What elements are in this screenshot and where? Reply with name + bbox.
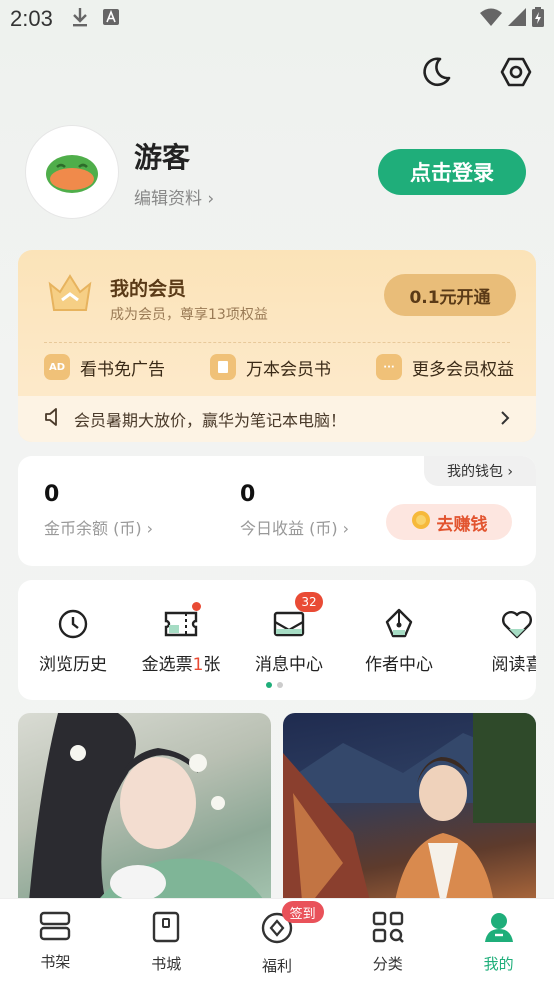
chevron-right-icon: [500, 410, 510, 429]
font-app-icon: [102, 9, 119, 29]
benefit-label: 万本会员书: [246, 359, 331, 380]
vip-notice-bar[interactable]: 会员暑期大放价，赢华为笔记本电脑！: [18, 396, 536, 442]
clock-icon: [55, 606, 91, 642]
tab-mine[interactable]: 我的: [443, 899, 554, 984]
tab-bookshelf[interactable]: 书架: [0, 899, 111, 984]
mail-icon: 32: [271, 592, 323, 642]
shortcut-messages[interactable]: 32 消息中心: [234, 592, 344, 675]
checkin-badge: 签到: [281, 901, 324, 923]
night-mode-button[interactable]: [418, 56, 454, 92]
shortcut-label: 作者中心: [365, 655, 433, 675]
my-wallet-link[interactable]: 我的钱包 ›: [424, 456, 536, 486]
edit-profile-link[interactable]: 编辑资料 ›: [134, 184, 214, 209]
frog-avatar-icon: [46, 155, 98, 193]
promo-banner-1[interactable]: [18, 713, 271, 913]
banner-illustration-boy: [283, 713, 536, 913]
shortcut-reading-preference[interactable]: 阅读喜: [462, 606, 536, 675]
tab-label: 分类: [372, 955, 403, 973]
avatar[interactable]: [26, 126, 118, 218]
banner-illustration-girl: [28, 713, 271, 913]
shortcut-label: 阅读喜: [491, 655, 537, 675]
today-earnings-value: 0: [240, 482, 256, 507]
profile-section: 游客 编辑资料 › 点击登录: [26, 126, 526, 218]
ad-icon: AD: [44, 354, 70, 380]
vip-subtitle: 成为会员，尊享13项权益: [110, 307, 268, 323]
gear-icon: [500, 56, 532, 92]
book-store-icon: [152, 911, 180, 947]
pager-dot-active: [266, 682, 272, 688]
status-time: 2:03: [10, 6, 53, 31]
wifi-icon: [480, 8, 502, 30]
pager-dot: [277, 682, 283, 688]
coin-icon: [411, 510, 431, 535]
vip-title: 我的会员: [110, 278, 187, 300]
tab-bookstore[interactable]: 书城: [111, 899, 222, 984]
shortcut-golden-ticket[interactable]: 金选票1张: [126, 602, 236, 675]
signal-icon: [508, 8, 526, 30]
battery-icon: [532, 7, 544, 31]
username: 游客: [134, 140, 191, 174]
login-button[interactable]: 点击登录: [378, 149, 526, 195]
promo-banners: [18, 713, 536, 913]
today-earnings[interactable]: 0 今日收益 (币) ›: [240, 482, 349, 539]
shortcut-history[interactable]: 浏览历史: [18, 606, 128, 675]
vip-notice-text: 会员暑期大放价，赢华为笔记本电脑！: [74, 411, 347, 430]
bookshelf-icon: [39, 911, 71, 945]
tab-label: 书架: [40, 953, 71, 971]
tab-category[interactable]: 分类: [332, 899, 443, 984]
crown-icon: [44, 270, 96, 318]
benefit-label: 更多会员权益: [412, 359, 514, 380]
message-count-badge: 32: [295, 592, 323, 612]
tab-label: 我的: [483, 955, 514, 973]
shortcut-pager: [266, 682, 283, 688]
shortcut-author-center[interactable]: 作者中心: [344, 606, 454, 675]
vip-card: 我的会员 成为会员，尊享13项权益 0.1元开通 AD 看书免广告 万本会员书 …: [18, 250, 536, 442]
top-actions: [418, 56, 534, 92]
pen-nib-icon: [381, 606, 417, 642]
ticket-icon: [163, 602, 201, 642]
shortcut-label: 金选票1张: [141, 655, 221, 675]
bottom-tab-bar: 书架 书城 签到 福利 分类 我的: [0, 898, 554, 984]
benefit-more[interactable]: ··· 更多会员权益: [376, 354, 514, 380]
tab-label: 福利: [261, 957, 292, 975]
book-icon: [210, 354, 236, 380]
speaker-icon: [44, 408, 64, 430]
benefit-no-ads[interactable]: AD 看书免广告: [44, 354, 165, 380]
download-icon: [71, 7, 89, 31]
tab-label: 书城: [151, 955, 182, 973]
tab-welfare[interactable]: 签到 福利: [222, 899, 333, 984]
shortcut-label: 浏览历史: [39, 655, 107, 675]
grid-search-icon: [372, 911, 404, 947]
vip-benefits: AD 看书免广告 万本会员书 ··· 更多会员权益: [44, 354, 514, 380]
user-icon: [484, 911, 514, 947]
shortcuts-card: 浏览历史 金选票1张 32 消息中心 作者中心 阅读喜: [18, 580, 536, 700]
benefit-label: 看书免广告: [80, 359, 165, 380]
status-bar: 2:03: [0, 0, 554, 38]
vip-open-button[interactable]: 0.1元开通: [384, 274, 516, 316]
shortcut-label: 消息中心: [255, 655, 323, 675]
moon-icon: [420, 56, 452, 92]
heart-icon: [499, 606, 535, 642]
coin-balance-value: 0: [44, 482, 60, 507]
earn-money-button[interactable]: 去赚钱: [386, 504, 512, 540]
coin-balance-label: 金币余额 (币) ›: [44, 519, 154, 538]
today-earnings-label: 今日收益 (币) ›: [240, 519, 350, 538]
notification-dot: [192, 602, 201, 611]
promo-banner-2[interactable]: [283, 713, 536, 913]
more-icon: ···: [376, 354, 402, 380]
wallet-card: 我的钱包 › 0 金币余额 (币) › 0 今日收益 (币) › 去赚钱: [18, 456, 536, 566]
vip-header[interactable]: 我的会员 成为会员，尊享13项权益 0.1元开通 AD 看书免广告 万本会员书 …: [18, 250, 536, 396]
earn-money-label: 去赚钱: [436, 514, 488, 535]
benefit-vip-books[interactable]: 万本会员书: [210, 354, 331, 380]
coin-balance[interactable]: 0 金币余额 (币) ›: [44, 482, 153, 539]
vip-divider: [44, 342, 510, 343]
settings-button[interactable]: [498, 56, 534, 92]
